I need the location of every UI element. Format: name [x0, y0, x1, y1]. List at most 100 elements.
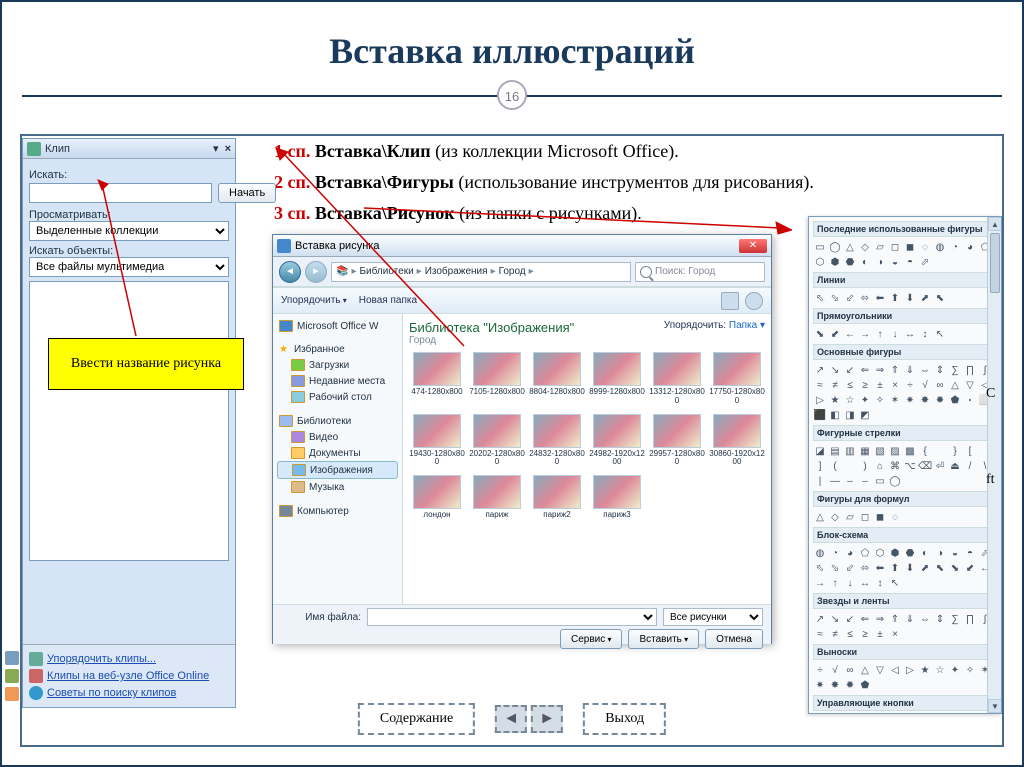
view-mode-icon[interactable] [721, 292, 739, 310]
shape-item[interactable]: ✹ [843, 678, 857, 692]
shape-item[interactable]: ▩ [903, 444, 917, 458]
shape-item[interactable]: ✷ [903, 393, 917, 407]
shape-item[interactable]: ↗ [813, 612, 827, 626]
shape-item[interactable]: × [888, 627, 902, 641]
shape-item[interactable]: ⇒ [873, 363, 887, 377]
shape-item[interactable]: ◐ [858, 255, 872, 269]
shape-item[interactable]: ≠ [828, 378, 842, 392]
shape-item[interactable]: ⬠ [858, 546, 872, 560]
shape-item[interactable]: ⇕ [933, 363, 947, 377]
fd-sort-value[interactable]: Папка ▾ [729, 320, 765, 331]
shape-item[interactable]: ⌂ [873, 459, 887, 473]
shape-item[interactable]: [ [963, 444, 977, 458]
shape-item[interactable]: ◍ [933, 240, 947, 254]
shape-item[interactable]: ÷ [903, 378, 917, 392]
shape-item[interactable]: △ [843, 240, 857, 254]
shape-item[interactable]: ▨ [888, 444, 902, 458]
fd-cancel-button[interactable]: Отмена [705, 629, 763, 649]
shape-item[interactable]: ◓ [903, 255, 917, 269]
shape-item[interactable]: ▷ [903, 663, 917, 677]
clip-organize-link[interactable]: Упорядочить клипы... [29, 652, 229, 666]
shape-item[interactable]: ⇐ [858, 612, 872, 626]
shape-item[interactable]: ⬆ [888, 561, 902, 575]
shape-item[interactable]: ◕ [843, 546, 857, 560]
shape-item[interactable]: ⬇ [903, 561, 917, 575]
shape-item[interactable]: ⬊ [948, 561, 962, 575]
shape-item[interactable]: ↖ [933, 327, 947, 341]
shape-item[interactable]: ◪ [813, 444, 827, 458]
shape-item[interactable]: ⬊ [813, 327, 827, 341]
shape-item[interactable]: ◌ [918, 240, 932, 254]
sb-music[interactable]: Музыка [277, 479, 398, 495]
fd-filename-input[interactable] [367, 608, 657, 626]
shape-item[interactable]: ↘ [828, 363, 842, 377]
shape-item[interactable]: ▽ [873, 663, 887, 677]
shape-item[interactable]: ⬁ [813, 561, 827, 575]
shape-item[interactable]: ⬢ [828, 255, 842, 269]
shape-item[interactable]: √ [918, 378, 932, 392]
shape-item[interactable]: ↓ [888, 327, 902, 341]
shape-item[interactable]: ▭ [873, 474, 887, 488]
shape-item[interactable]: | [813, 474, 827, 488]
shape-item[interactable]: – [843, 474, 857, 488]
shape-item[interactable]: ⏏ [948, 459, 962, 473]
shape-item[interactable]: ⬇ [903, 291, 917, 305]
shape-item[interactable]: ⇑ [888, 363, 902, 377]
sb-libraries-header[interactable]: Библиотеки [277, 413, 398, 429]
shape-item[interactable]: — [828, 474, 842, 488]
shape-item[interactable]: ▧ [873, 444, 887, 458]
shape-item[interactable]: ⇒ [873, 612, 887, 626]
sb-images[interactable]: Изображения [277, 461, 398, 479]
clip-close-button[interactable]: × [225, 143, 231, 155]
shape-item[interactable] [843, 459, 857, 473]
shape-item[interactable]: ▭ [813, 240, 827, 254]
shape-item[interactable]: ◔ [948, 240, 962, 254]
shape-item[interactable]: ⬡ [873, 546, 887, 560]
thumb[interactable]: 8999-1280x800 [589, 352, 645, 406]
shape-item[interactable]: ▱ [873, 240, 887, 254]
shape-item[interactable]: ↗ [813, 363, 827, 377]
shape-item[interactable]: { [918, 444, 932, 458]
shape-item[interactable]: ⬟ [948, 393, 962, 407]
shape-item[interactable]: ≤ [843, 627, 857, 641]
shape-item[interactable]: ] [813, 459, 827, 473]
shape-item[interactable]: ✹ [933, 393, 947, 407]
fd-filter-select[interactable]: Все рисунки [663, 608, 763, 626]
contents-button[interactable]: Содержание [358, 703, 475, 735]
shape-item[interactable]: ⬉ [933, 291, 947, 305]
shape-item[interactable]: ◇ [858, 240, 872, 254]
shape-item[interactable]: ↑ [873, 327, 887, 341]
shape-item[interactable]: ✸ [828, 678, 842, 692]
shape-item[interactable]: ← [843, 327, 857, 341]
scroll-down-icon[interactable]: ▼ [988, 699, 1002, 713]
fd-insert-button[interactable]: Вставить [628, 629, 699, 649]
shape-item[interactable]: ◧ [828, 408, 842, 422]
shape-item[interactable]: ⇓ [903, 612, 917, 626]
shape-item[interactable]: ⬣ [903, 546, 917, 560]
shape-item[interactable]: ∑ [948, 612, 962, 626]
thumb[interactable]: париж2 [529, 475, 585, 520]
prev-slide-button[interactable]: ◄ [495, 705, 527, 733]
shape-item[interactable]: ± [873, 627, 887, 641]
thumb[interactable]: париж [469, 475, 525, 520]
scroll-up-icon[interactable]: ▲ [988, 217, 1002, 231]
shape-item[interactable]: ◍ [813, 546, 827, 560]
shape-item[interactable]: ↕ [918, 327, 932, 341]
thumb[interactable]: 8804-1280x800 [529, 352, 585, 406]
shape-item[interactable]: ⇔ [918, 612, 932, 626]
shape-item[interactable]: ◻ [888, 240, 902, 254]
clip-online-link[interactable]: Клипы на веб-узле Office Online [29, 669, 229, 683]
shape-item[interactable]: ⬣ [843, 255, 857, 269]
shape-item[interactable]: ⬃ [843, 291, 857, 305]
scroll-thumb[interactable] [990, 233, 1000, 293]
shape-item[interactable]: ≠ [828, 627, 842, 641]
shape-item[interactable]: / [963, 459, 977, 473]
clip-tips-link[interactable]: Советы по поиску клипов [29, 686, 229, 700]
sb-video[interactable]: Видео [277, 429, 398, 445]
shape-item[interactable]: ⇑ [888, 612, 902, 626]
shape-item[interactable]: ☆ [933, 663, 947, 677]
shape-item[interactable]: ✦ [948, 663, 962, 677]
shape-item[interactable]: ⇕ [933, 612, 947, 626]
shape-item[interactable]: ◑ [933, 546, 947, 560]
thumb[interactable]: лондон [409, 475, 465, 520]
